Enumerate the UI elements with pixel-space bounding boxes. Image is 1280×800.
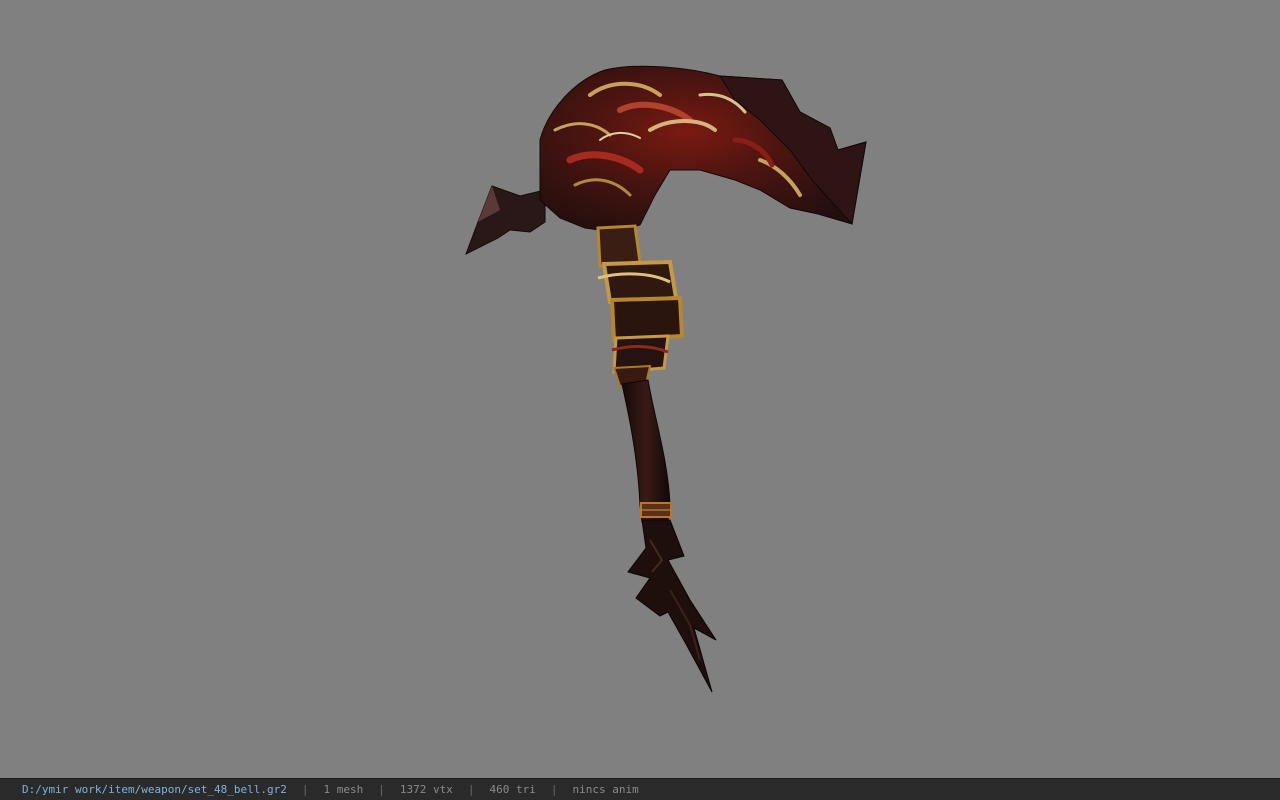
- weapon-shaft: [621, 379, 671, 523]
- weapon-model[interactable]: [0, 0, 1280, 778]
- animation-status: nincs anim: [572, 783, 639, 796]
- 3d-viewport[interactable]: [0, 0, 1280, 778]
- neck-rings: [596, 224, 685, 388]
- status-separator: |: [550, 783, 558, 796]
- status-separator: |: [378, 783, 385, 796]
- status-separator: |: [301, 783, 309, 796]
- mesh-count: 1 mesh: [323, 783, 364, 796]
- tail-spikes: [627, 519, 717, 693]
- triangle-count: 460 tri: [489, 783, 536, 796]
- status-separator: |: [467, 783, 475, 796]
- status-bar: D:/ymir work/item/weapon/set_48_bell.gr2…: [0, 778, 1280, 800]
- left-spike: [465, 185, 546, 256]
- file-path: D:/ymir work/item/weapon/set_48_bell.gr2: [22, 783, 287, 796]
- vertex-count: 1372 vtx: [399, 783, 453, 796]
